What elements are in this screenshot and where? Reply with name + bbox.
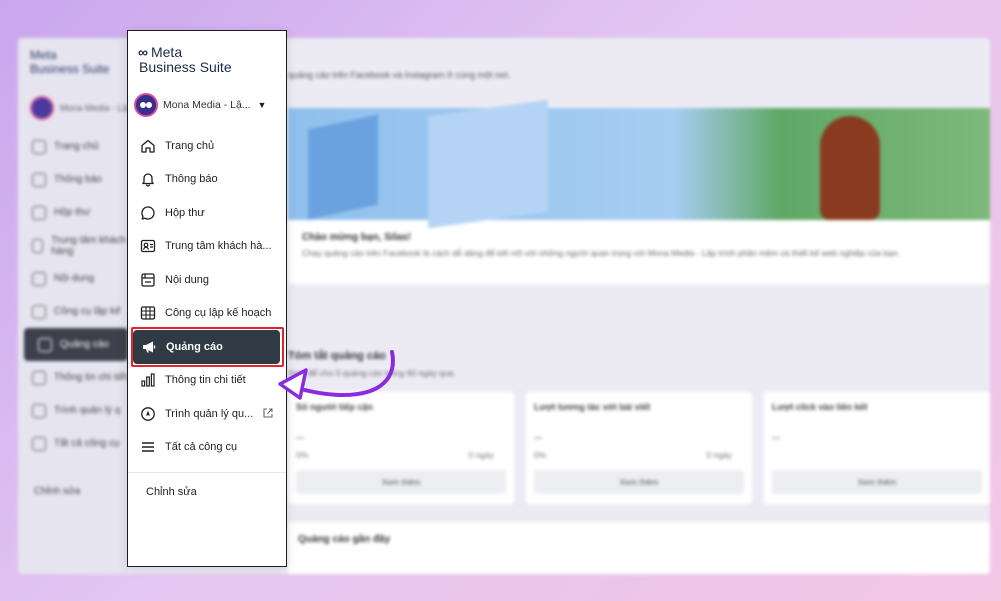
- background-nav-item: Công cụ lập kế: [18, 295, 128, 328]
- background-edit-link: Chỉnh sửa: [34, 486, 81, 497]
- bell-icon: [140, 171, 156, 187]
- nav-item-planner[interactable]: Công cụ lập kế hoạch: [128, 297, 286, 331]
- chat-bubble-icon: [140, 205, 156, 221]
- background-nav-item-active: Quảng cáo: [24, 328, 128, 361]
- compass-icon: [140, 406, 156, 422]
- banner-shape: [428, 99, 548, 229]
- nav-item-ads-manager[interactable]: Trình quản lý qu...: [128, 397, 286, 431]
- contacts-icon: [140, 238, 156, 254]
- background-nav-icon: [32, 436, 46, 451]
- background-logo-line2: Business Suite: [30, 62, 110, 76]
- nav-item-label: Trang chủ: [165, 139, 215, 152]
- background-account-name: Mona Media - Lậ: [60, 103, 128, 113]
- background-summary-title: Tóm tắt quảng cáo: [288, 350, 386, 362]
- background-account: Mona Media - Lậ: [30, 96, 128, 120]
- bar-chart-icon: [140, 372, 156, 388]
- megaphone-icon: [141, 339, 157, 355]
- background-sidebar: Meta Business Suite Mona Media - Lậ Tran…: [18, 38, 128, 574]
- logo-meta-text: Meta: [150, 43, 183, 60]
- background-nav-icon: [32, 271, 46, 286]
- background-hero-text: Chạy quảng cáo trên Facebook là cách dễ …: [302, 248, 900, 258]
- menu-icon: [140, 439, 156, 455]
- background-metric-card: Lượt tương tác với bài viết -- 0% 0 ngày…: [526, 392, 752, 504]
- background-nav-item: Trung tâm khách hàng: [18, 229, 128, 262]
- background-see-more-button: Xem thêm: [296, 470, 506, 494]
- nav-item-label: Thông tin chi tiết: [165, 374, 246, 387]
- account-switcher[interactable]: Mona Media - Lậ... ▼: [134, 92, 280, 118]
- logo-business-suite-text: Business Suite: [139, 59, 232, 75]
- nav-item-label: Nội dung: [165, 273, 210, 286]
- calendar-grid-icon: [140, 305, 156, 321]
- background-see-more-button: Xem thêm: [534, 470, 744, 494]
- nav-item-content[interactable]: Nội dung: [128, 263, 286, 297]
- background-nav: Trang chủ Thông báo Hộp thư Trung tâm kh…: [18, 130, 128, 460]
- background-see-more-button: Xem thêm: [772, 470, 982, 494]
- banner-figure: [820, 116, 880, 220]
- background-summary-subtitle: Xem để cho 0 quảng cáo trong 60 ngày qua…: [288, 368, 456, 378]
- divider: [128, 472, 286, 473]
- background-nav-item: Trang chủ: [18, 130, 128, 163]
- nav-item-ads[interactable]: Quảng cáo: [131, 327, 284, 367]
- nav-item-all-tools[interactable]: Tất cả công cụ: [128, 431, 286, 465]
- nav-item-label: Tất cả công cụ: [165, 441, 238, 454]
- background-nav-item: Tất cả công cụ: [18, 427, 128, 460]
- background-nav-icon: [32, 304, 46, 319]
- background-avatar: [30, 96, 54, 120]
- background-nav-icon: [32, 205, 46, 220]
- background-nav-item: Thông báo: [18, 163, 128, 196]
- background-recent-ads: Quảng cáo gần đây: [288, 522, 990, 574]
- background-hero-card: Chào mừng bạn, Silas! Chạy quảng cáo trê…: [288, 99, 990, 284]
- nav-item-label: Quảng cáo: [166, 340, 223, 353]
- background-metric-cards: Số người tiếp cận -- 0% 0 ngày Xem thêm …: [288, 392, 990, 504]
- sidebar-nav: ∞ Meta Business Suite Mona Media - Lậ...…: [127, 30, 287, 567]
- background-nav-item: Nội dung: [18, 262, 128, 295]
- background-nav-item: Trình quản lý q: [18, 394, 128, 427]
- background-nav-icon: [32, 238, 44, 253]
- background-nav-item: Thông tin chi tiết: [18, 361, 128, 394]
- nav-item-notifications[interactable]: Thông báo: [128, 163, 286, 197]
- content-icon: [140, 272, 156, 288]
- nav-item-label: Công cụ lập kế hoạch: [165, 307, 272, 320]
- caret-down-icon: ▼: [257, 100, 267, 110]
- background-nav-icon: [32, 403, 46, 418]
- nav-item-home[interactable]: Trang chủ: [128, 129, 286, 163]
- background-hero-title: Chào mừng bạn, Silas!: [302, 232, 411, 243]
- background-nav-item: Hộp thư: [18, 196, 128, 229]
- home-icon: [140, 138, 156, 154]
- background-nav-icon: [32, 172, 46, 187]
- nav-item-label: Hộp thư: [165, 206, 205, 219]
- background-metric-card: Số người tiếp cận -- 0% 0 ngày Xem thêm: [288, 392, 514, 504]
- nav-item-customer-center[interactable]: Trung tâm khách hà...: [128, 230, 286, 264]
- background-hero-banner: [288, 99, 990, 229]
- external-link-icon: [262, 407, 274, 419]
- background-nav-icon: [32, 370, 46, 385]
- nav-item-insights[interactable]: Thông tin chi tiết: [128, 364, 286, 398]
- nav-item-label: Thông báo: [165, 173, 218, 186]
- nav-item-label: Trình quản lý qu...: [165, 407, 254, 420]
- meta-business-suite-logo[interactable]: ∞ Meta Business Suite: [138, 44, 232, 75]
- background-recent-title: Quảng cáo gần đây: [298, 534, 391, 545]
- nav-item-inbox[interactable]: Hộp thư: [128, 196, 286, 230]
- account-avatar: [134, 93, 158, 117]
- background-nav-icon: [32, 139, 46, 154]
- background-metric-card: Lượt click vào liên kết -- Xem thêm: [764, 392, 990, 504]
- background-nav-icon: [38, 337, 52, 352]
- nav-list: Trang chủ Thông báo Hộp thư Trung tâm kh…: [128, 129, 286, 464]
- account-name: Mona Media - Lậ...: [163, 99, 251, 111]
- background-logo-line1: Meta: [30, 48, 57, 62]
- nav-item-label: Trung tâm khách hà...: [165, 240, 272, 253]
- banner-shape: [308, 114, 378, 220]
- edit-button[interactable]: Chỉnh sửa: [146, 486, 197, 498]
- background-subtitle: quảng cáo trên Facebook và Instagram ở c…: [288, 70, 511, 80]
- meta-infinity-icon: ∞: [138, 44, 148, 60]
- background-main: quảng cáo trên Facebook và Instagram ở c…: [288, 38, 990, 574]
- background-logo: Meta Business Suite: [30, 48, 109, 76]
